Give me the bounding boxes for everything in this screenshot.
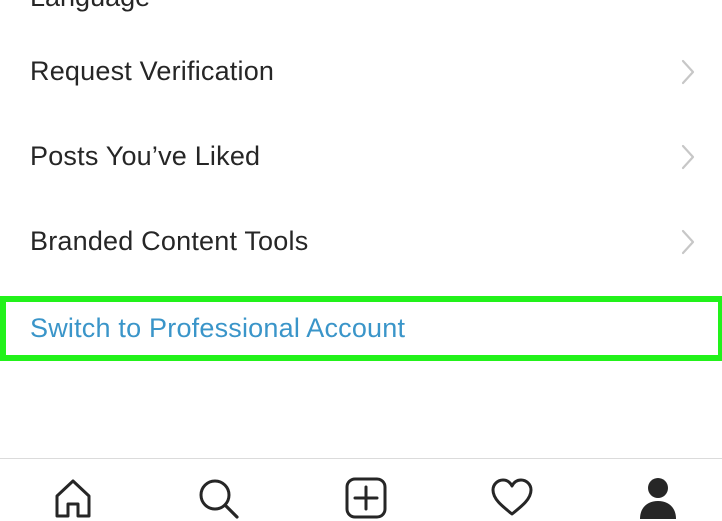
bottom-tab-bar: [0, 458, 722, 520]
menu-item-label: Request Verification: [30, 56, 275, 86]
tab-home[interactable]: [28, 459, 118, 520]
tab-activity[interactable]: [467, 459, 557, 520]
switch-to-professional-account-button[interactable]: Switch to Professional Account: [0, 296, 722, 361]
tab-profile[interactable]: [613, 459, 703, 520]
clipped-menu-item-label: Language: [30, 0, 150, 12]
tab-search[interactable]: [174, 459, 264, 520]
tab-new-post[interactable]: [321, 459, 411, 520]
profile-icon: [640, 478, 676, 519]
menu-item-posts-liked[interactable]: Posts You’ve Liked: [0, 114, 722, 199]
search-icon: [199, 479, 239, 519]
heart-icon: [491, 478, 533, 516]
chevron-right-icon: [681, 229, 695, 255]
menu-item-label: Branded Content Tools: [30, 226, 309, 256]
menu-item-branded-content-tools[interactable]: Branded Content Tools: [0, 199, 722, 284]
new-post-icon: [345, 477, 387, 519]
home-icon: [55, 479, 91, 518]
clipped-menu-item[interactable]: Language: [30, 0, 150, 12]
chevron-right-icon: [681, 144, 695, 170]
settings-screen: Language Request Verification Posts You’…: [0, 0, 722, 520]
menu-item-label: Posts You’ve Liked: [30, 141, 261, 171]
chevron-right-icon: [681, 59, 695, 85]
menu-item-request-verification[interactable]: Request Verification: [0, 29, 722, 114]
switch-account-label: Switch to Professional Account: [30, 313, 406, 343]
